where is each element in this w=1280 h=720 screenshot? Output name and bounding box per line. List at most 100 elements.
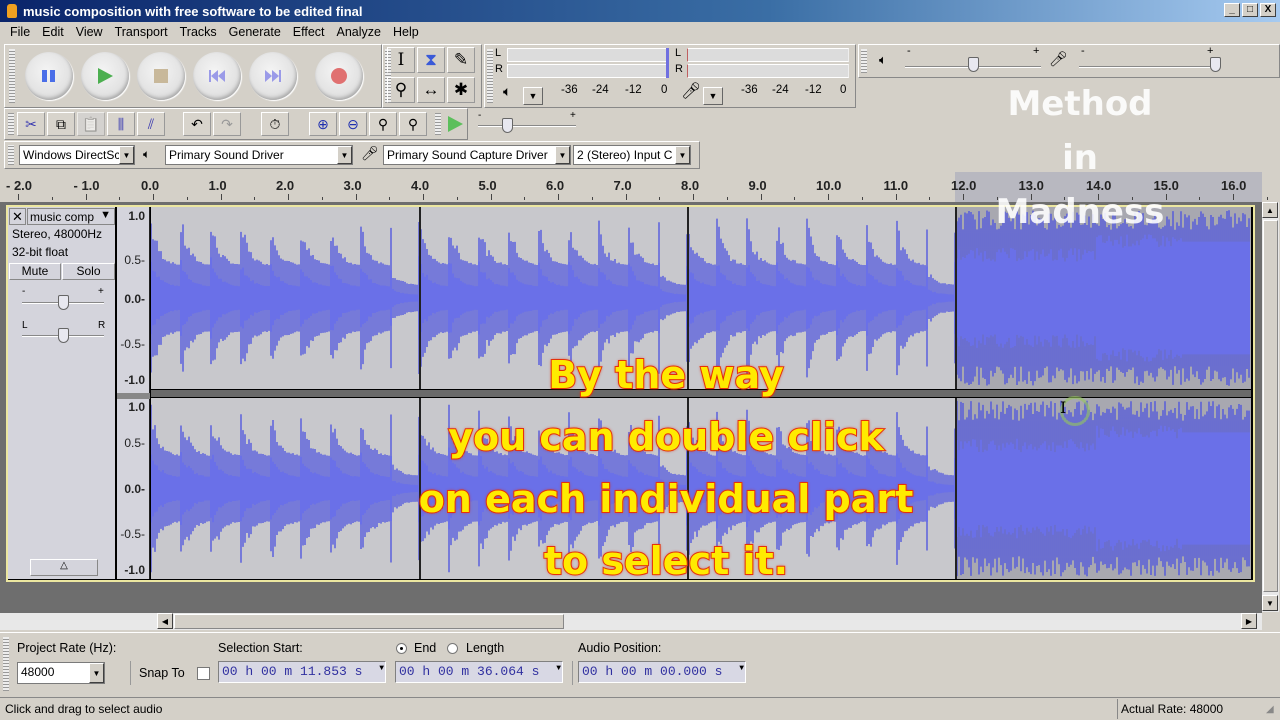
minimize-button[interactable]: _ bbox=[1224, 3, 1240, 17]
toolbar-grip[interactable] bbox=[861, 49, 867, 73]
toolbar-grip[interactable] bbox=[487, 49, 493, 103]
toolbar-grip[interactable] bbox=[3, 637, 9, 691]
play-button[interactable] bbox=[81, 52, 129, 100]
playback-meter-left[interactable] bbox=[507, 48, 669, 62]
multi-tool-button[interactable]: ✱ bbox=[447, 77, 475, 103]
audio-position-field[interactable]: 00 h 00 m 00.000 s ▼ bbox=[578, 661, 746, 683]
chevron-down-icon[interactable]: ▼ bbox=[379, 664, 384, 673]
zoom-out-button[interactable]: ⊖ bbox=[339, 112, 367, 136]
cut-button[interactable]: ✂ bbox=[17, 112, 45, 136]
magnifier-icon: ⚲ bbox=[394, 80, 408, 99]
scroll-up-button[interactable]: ▲ bbox=[1262, 202, 1278, 218]
snap-to-checkbox[interactable] bbox=[197, 667, 210, 680]
ruler-tick-mark bbox=[524, 197, 526, 200]
track-close-button[interactable]: ✕ bbox=[9, 208, 26, 225]
chevron-down-icon[interactable]: ▼ bbox=[555, 146, 570, 164]
play-at-speed-button[interactable] bbox=[445, 114, 465, 134]
track-name-menu[interactable]: music comp ▼ bbox=[27, 208, 115, 225]
menu-view[interactable]: View bbox=[70, 25, 109, 39]
chevron-down-icon[interactable]: ▼ bbox=[89, 663, 104, 683]
menu-generate[interactable]: Generate bbox=[223, 25, 287, 39]
chevron-down-icon[interactable]: ▼ bbox=[119, 146, 134, 164]
chevron-down-icon[interactable]: ▼ bbox=[556, 664, 561, 673]
selection-start-label: Selection Start: bbox=[218, 641, 303, 655]
maximize-button[interactable]: □ bbox=[1242, 3, 1258, 17]
project-rate-select[interactable]: 48000 ▼ bbox=[17, 662, 105, 684]
toolbar-grip[interactable] bbox=[435, 113, 441, 135]
resize-grip-icon[interactable]: ◢ bbox=[1266, 704, 1274, 715]
chevron-down-icon[interactable]: ▼ bbox=[739, 664, 744, 673]
playback-volume-thumb[interactable] bbox=[968, 57, 979, 72]
playback-meter-menu[interactable]: ▼ bbox=[523, 87, 543, 105]
collapse-track-button[interactable]: △ bbox=[30, 559, 98, 576]
toolbar-grip[interactable] bbox=[9, 49, 15, 103]
silence-button[interactable]: ⫽ bbox=[137, 112, 165, 136]
paste-button[interactable]: 📋 bbox=[77, 112, 105, 136]
ruler-tick-mark bbox=[85, 194, 87, 200]
close-button[interactable]: X bbox=[1260, 3, 1276, 17]
length-radio[interactable] bbox=[447, 643, 458, 654]
menu-help[interactable]: Help bbox=[387, 25, 425, 39]
recording-channels-select[interactable]: 2 (Stereo) Input C ▼ bbox=[573, 145, 691, 165]
recording-device-select[interactable]: Primary Sound Capture Driver ▼ bbox=[383, 145, 571, 165]
zoom-tool-button[interactable]: ⚲ bbox=[387, 77, 415, 103]
menu-analyze[interactable]: Analyze bbox=[331, 25, 387, 39]
menu-tracks[interactable]: Tracks bbox=[174, 25, 223, 39]
audio-host-select[interactable]: Windows DirectSc ▼ bbox=[19, 145, 135, 165]
record-meter-right[interactable] bbox=[687, 64, 849, 78]
clip-boundary[interactable] bbox=[955, 207, 957, 389]
vertical-ruler[interactable]: 1.0 0.5- 0.0- -0.5- -1.0 1.0 0.5- 0.0- -… bbox=[117, 207, 150, 579]
mute-button[interactable]: Mute bbox=[9, 263, 61, 280]
vertical-scrollbar[interactable]: ▲ ▼ bbox=[1262, 202, 1279, 612]
sync-lock-button[interactable]: ⏱ bbox=[261, 112, 289, 136]
horizontal-scrollbar[interactable]: ◀ ▶ bbox=[0, 613, 1262, 630]
timeshift-tool-button[interactable]: ↔ bbox=[417, 77, 445, 103]
toolbar-grip[interactable] bbox=[8, 113, 14, 135]
skip-to-end-button[interactable] bbox=[249, 52, 297, 100]
recording-volume-slider[interactable] bbox=[1079, 66, 1215, 68]
redo-button[interactable]: ↷ bbox=[213, 112, 241, 136]
record-meter-menu[interactable]: ▼ bbox=[703, 87, 723, 105]
clip-boundary[interactable] bbox=[955, 398, 957, 579]
gain-slider-thumb[interactable] bbox=[58, 295, 69, 310]
skip-to-start-button[interactable] bbox=[193, 52, 241, 100]
draw-tool-button[interactable]: ✎ bbox=[447, 47, 475, 73]
selection-end-field[interactable]: 00 h 00 m 36.064 s ▼ bbox=[395, 661, 563, 683]
menu-effect[interactable]: Effect bbox=[287, 25, 331, 39]
zoom-in-button[interactable]: ⊕ bbox=[309, 112, 337, 136]
scroll-down-button[interactable]: ▼ bbox=[1262, 595, 1278, 611]
undo-button[interactable]: ↶ bbox=[183, 112, 211, 136]
chevron-down-icon[interactable]: ▼ bbox=[675, 146, 690, 164]
pan-slider-thumb[interactable] bbox=[58, 328, 69, 343]
toolbar-grip[interactable] bbox=[8, 145, 14, 165]
stop-button[interactable] bbox=[137, 52, 185, 100]
pause-button[interactable] bbox=[25, 52, 73, 100]
chevron-down-icon[interactable]: ▼ bbox=[337, 146, 352, 164]
scroll-left-button[interactable]: ◀ bbox=[157, 613, 173, 629]
trim-button[interactable]: ⫼ bbox=[107, 112, 135, 136]
play-at-speed-slider[interactable] bbox=[478, 125, 576, 127]
ruler-tick-label: 4.0 bbox=[411, 178, 430, 193]
ruler-tick-label: 13.0 bbox=[1018, 178, 1044, 193]
horizontal-scroll-thumb[interactable] bbox=[174, 614, 564, 629]
play-at-speed-thumb[interactable] bbox=[502, 118, 514, 133]
menu-edit[interactable]: Edit bbox=[36, 25, 70, 39]
selection-tool-button[interactable]: I bbox=[387, 47, 415, 73]
recording-volume-thumb[interactable] bbox=[1210, 57, 1221, 72]
envelope-tool-button[interactable]: ⧗ bbox=[417, 47, 445, 73]
fit-project-button[interactable]: ⚲ bbox=[399, 112, 427, 136]
solo-button[interactable]: Solo bbox=[62, 263, 115, 280]
menu-transport[interactable]: Transport bbox=[109, 25, 174, 39]
record-button[interactable] bbox=[315, 52, 363, 100]
playback-meter-right[interactable] bbox=[507, 64, 669, 78]
vertical-scroll-thumb[interactable] bbox=[1263, 220, 1278, 592]
fit-selection-button[interactable]: ⚲ bbox=[369, 112, 397, 136]
scroll-right-button[interactable]: ▶ bbox=[1241, 613, 1257, 629]
menu-file[interactable]: File bbox=[4, 25, 36, 39]
selection-start-field[interactable]: 00 h 00 m 11.853 s ▼ bbox=[218, 661, 386, 683]
end-radio[interactable] bbox=[396, 643, 407, 654]
playback-device-select[interactable]: Primary Sound Driver ▼ bbox=[165, 145, 353, 165]
record-meter-left[interactable] bbox=[687, 48, 849, 62]
copy-icon: ⧉ bbox=[56, 115, 66, 132]
copy-button[interactable]: ⧉ bbox=[47, 112, 75, 136]
